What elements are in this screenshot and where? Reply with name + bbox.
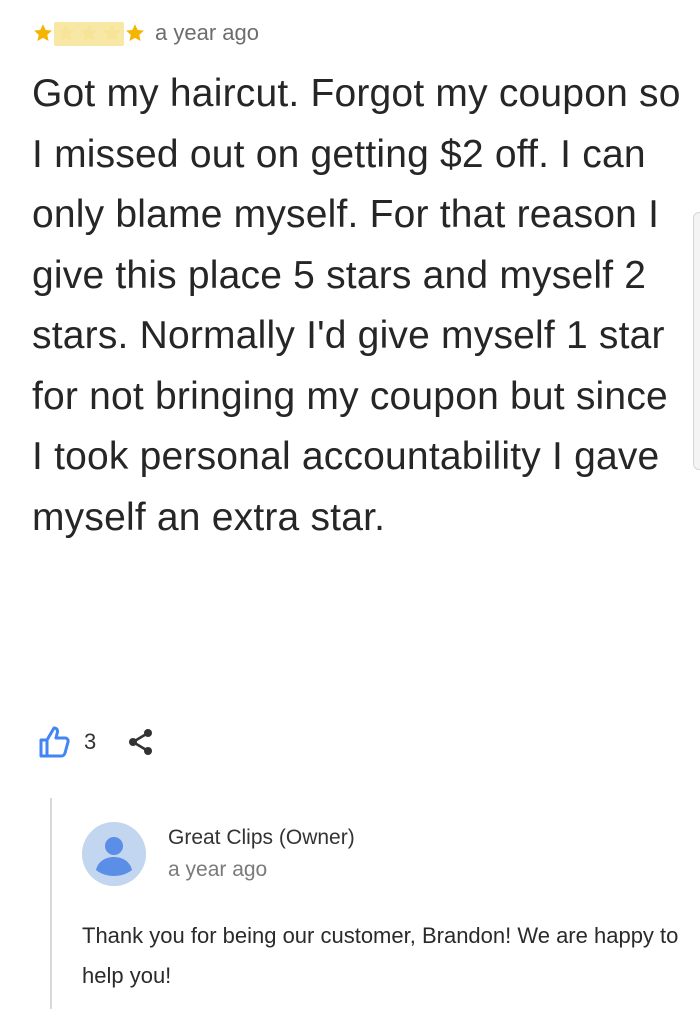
thumbs-up-icon[interactable] [36,724,72,760]
owner-reply-text: Thank you for being our customer, Brando… [82,923,679,988]
share-icon[interactable] [114,727,156,757]
owner-reply: Great Clips (Owner) a year ago Thank you… [50,798,700,1009]
star-icon [32,22,54,44]
scrollbar[interactable] [693,212,700,470]
review-header: a year ago [32,18,259,48]
star-rating [32,22,147,46]
star-icon [124,22,146,44]
owner-name[interactable]: Great Clips (Owner) [168,826,355,850]
review-text: Got my haircut. Forgot my coupon so I mi… [32,72,681,539]
like-count: 3 [84,729,97,754]
redaction-mask [54,22,124,46]
person-icon [82,822,146,886]
avatar [82,822,146,886]
review-actions: 3 [36,722,156,762]
owner-reply-time: a year ago [168,858,268,881]
review-time: a year ago [155,20,259,45]
